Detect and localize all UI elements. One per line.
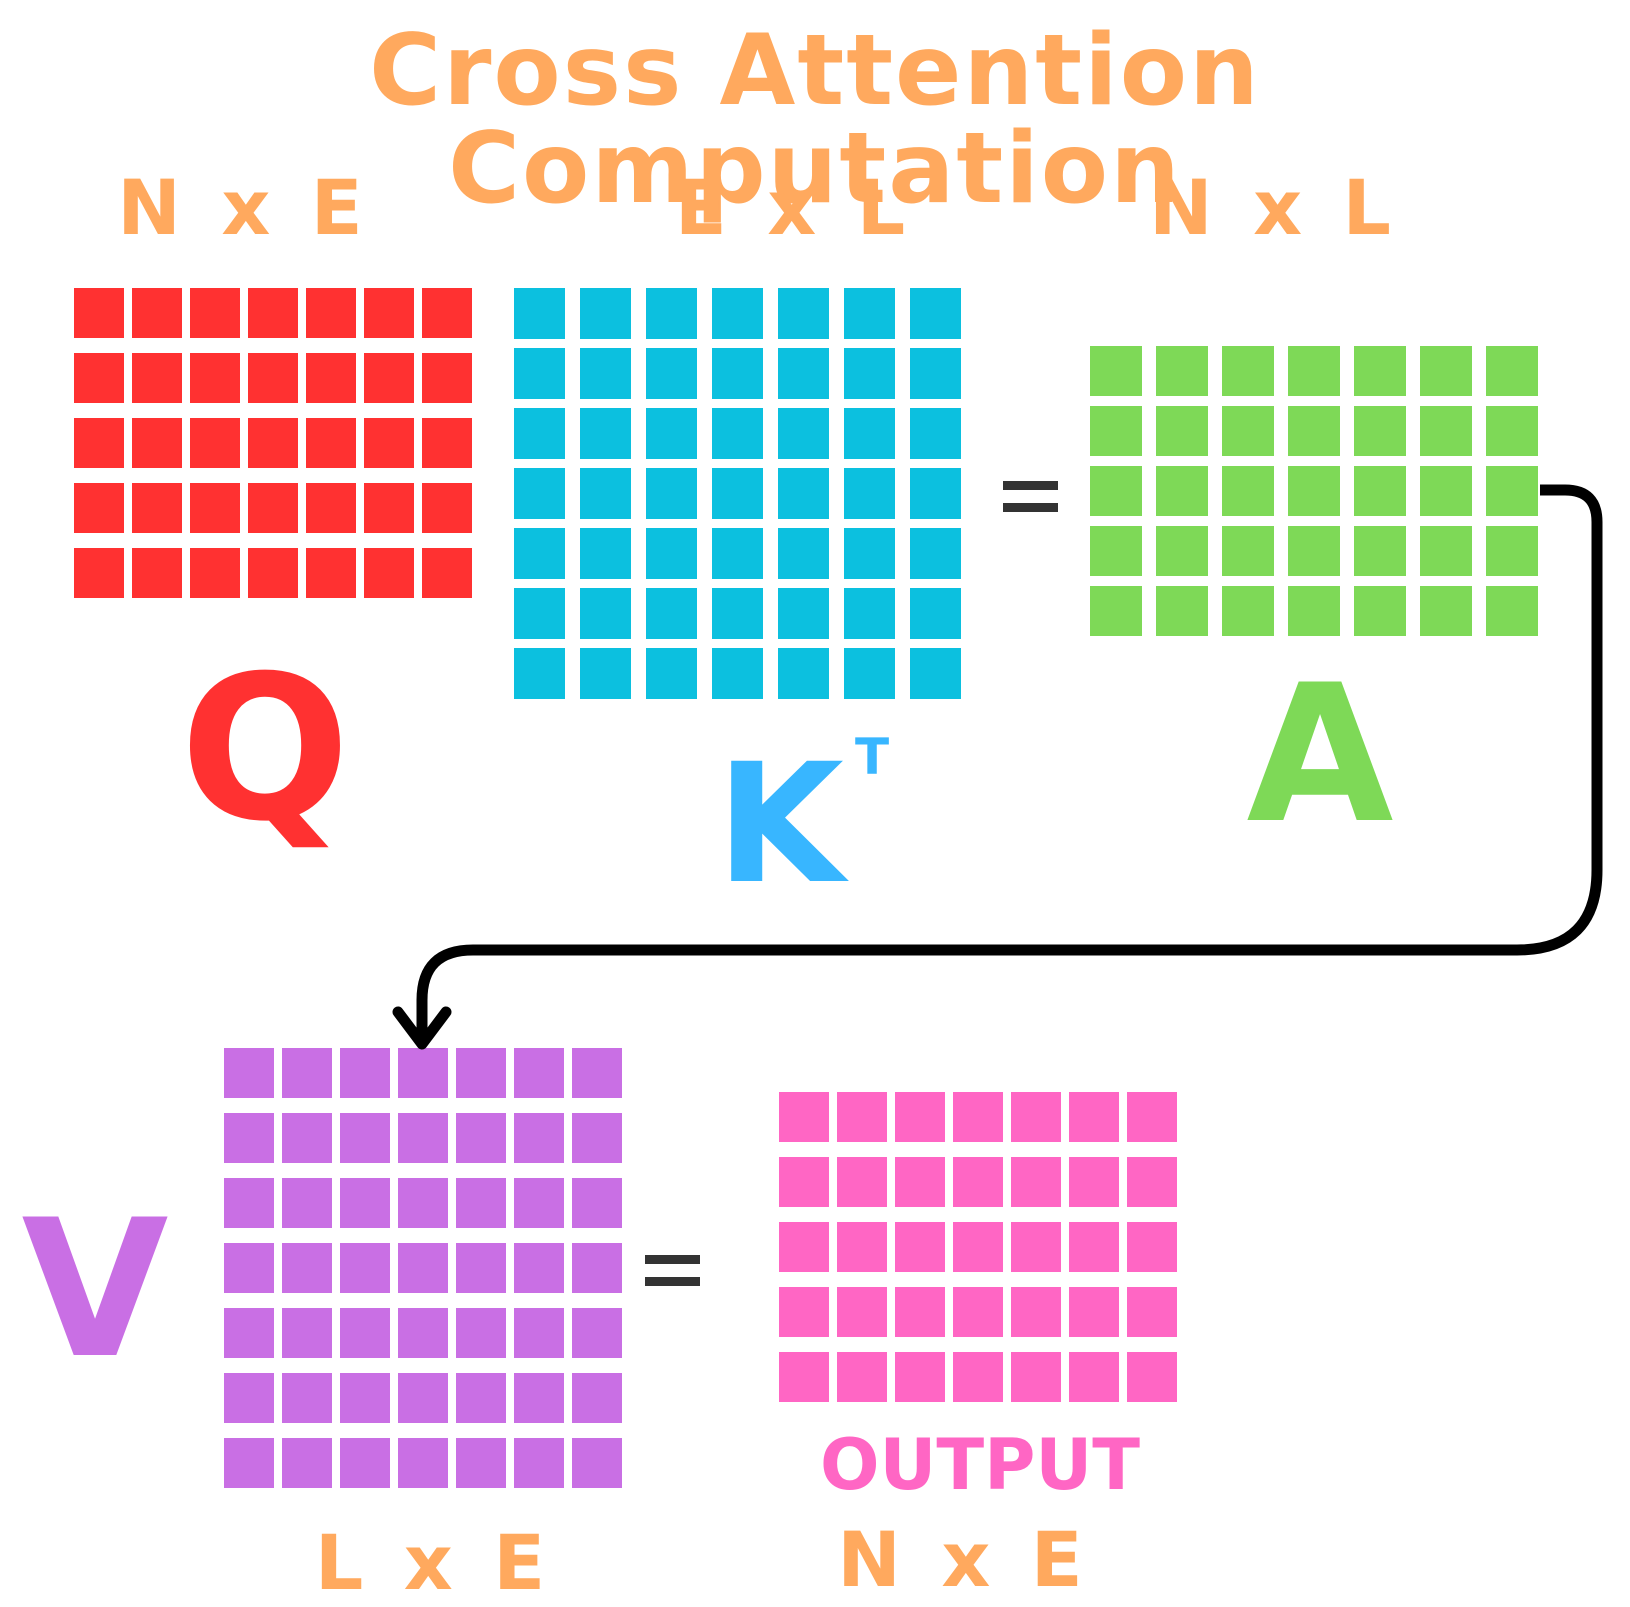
- connector-path: [416, 484, 1603, 1045]
- flow-arrow: [392, 484, 1603, 1050]
